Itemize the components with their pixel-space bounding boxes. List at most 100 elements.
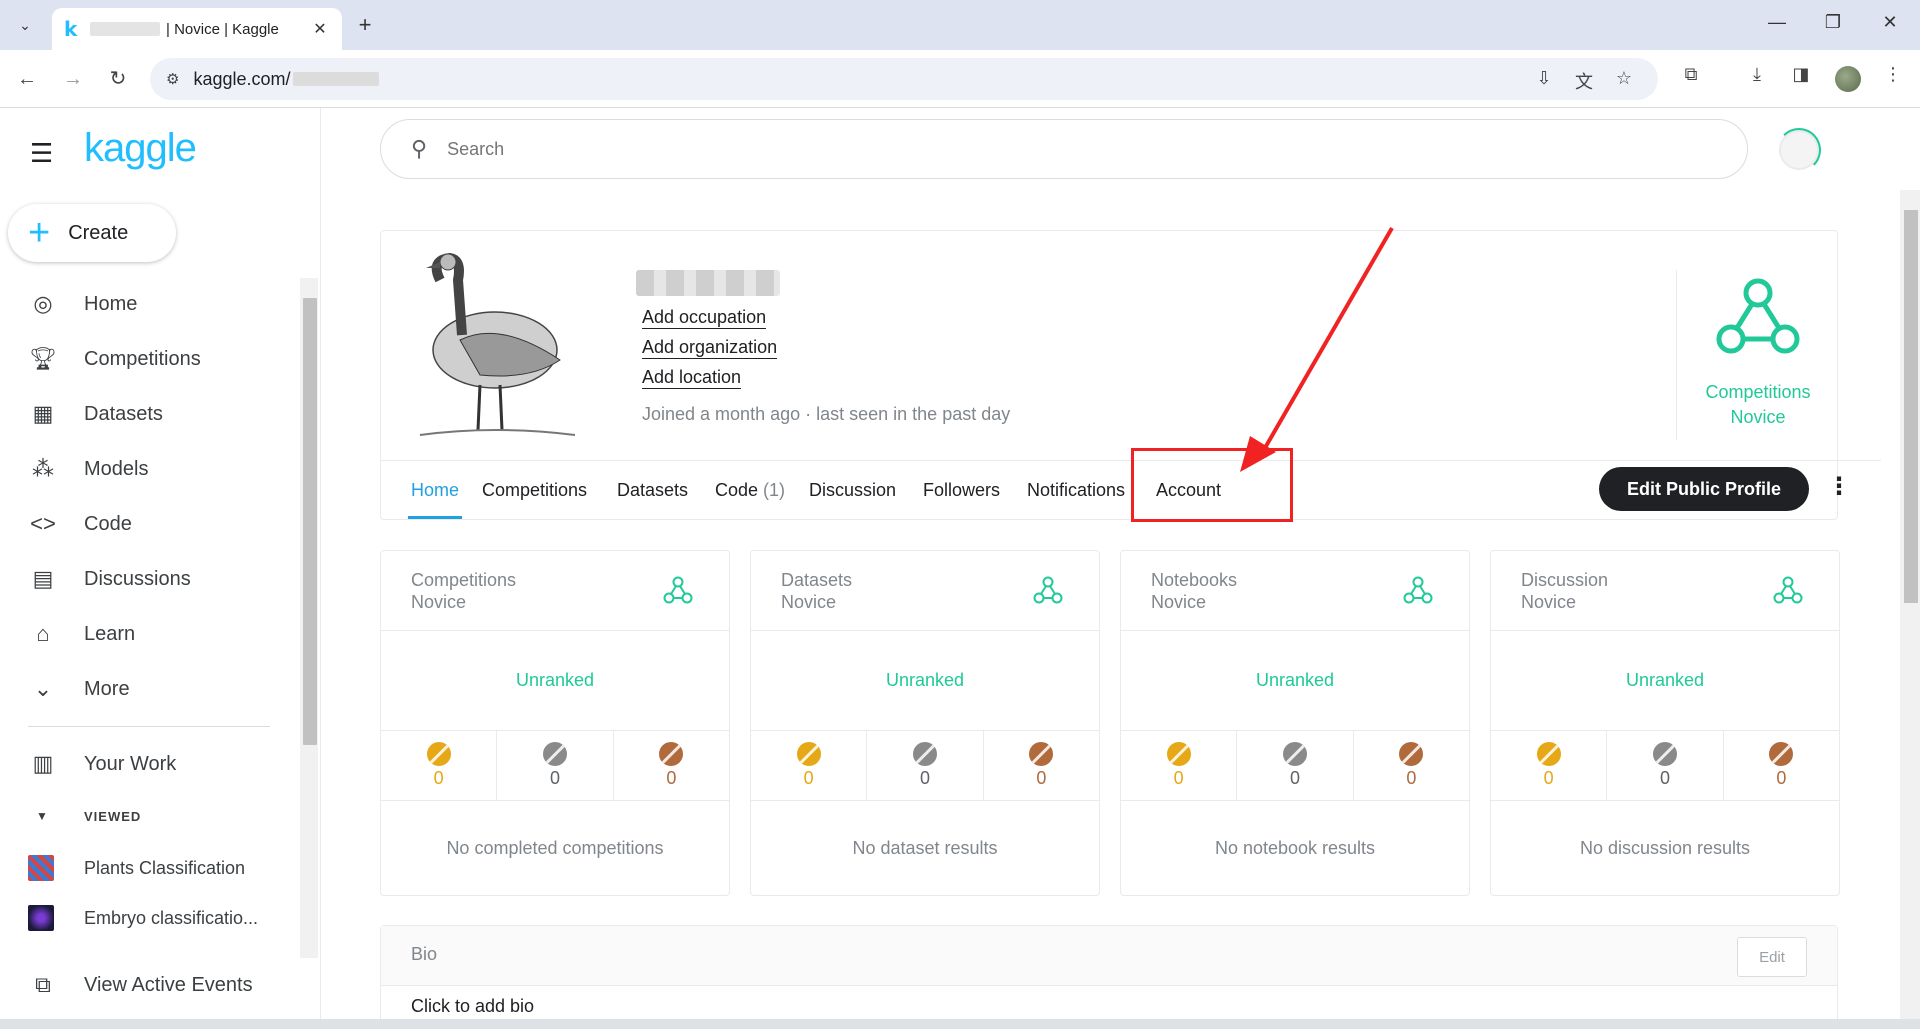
graduation-cap-icon: ⌂: [36, 621, 50, 646]
more-options-icon[interactable]: ⋮: [1827, 472, 1851, 501]
stat-category: Notebooks: [1151, 570, 1238, 590]
sidebar-item-label: More: [84, 677, 130, 700]
sidebar-item-home[interactable]: ◎ Home: [0, 280, 290, 328]
tab-search-icon[interactable]: ⌄: [8, 8, 42, 42]
bronze-count: 0: [1036, 768, 1047, 788]
sidebar-item-more[interactable]: ⌄ More: [0, 665, 290, 713]
main-scrollbar-thumb[interactable]: [1904, 210, 1918, 603]
tab-notifications[interactable]: Notifications: [1027, 461, 1125, 519]
redacted-display-name: [636, 270, 780, 296]
browser-profile-avatar[interactable]: [1835, 66, 1861, 92]
stat-card-title: Notebooks Novice: [1151, 569, 1351, 613]
recent-item-label: Embryo classificatio...: [84, 907, 259, 928]
browser-menu-icon[interactable]: ⋮: [1878, 64, 1908, 85]
add-location-link[interactable]: Add location: [642, 366, 742, 389]
tab-close-icon[interactable]: ✕: [310, 19, 330, 39]
address-bar[interactable]: ⚙ kaggle.com/ ⇩ 文 ☆: [150, 58, 1658, 100]
install-app-icon[interactable]: ⇩: [1532, 68, 1556, 89]
reload-icon[interactable]: ↻: [103, 64, 133, 94]
bronze-medal-icon: [1029, 742, 1054, 766]
download-icon[interactable]: ⤓: [1742, 64, 1772, 85]
tab-code[interactable]: Code (1): [715, 461, 785, 519]
plus-icon: +: [28, 212, 51, 254]
recent-item[interactable]: Embryo classificatio...: [28, 900, 298, 936]
gold-medal-icon: [426, 742, 451, 766]
bio-title: Bio: [411, 944, 438, 964]
stat-card-datasets: Datasets Novice Unranked 0 0 0 No datase…: [750, 550, 1100, 896]
bio-edit-button[interactable]: Edit: [1737, 937, 1807, 977]
stat-card-header: Competitions Novice: [381, 551, 729, 631]
tier-divider: [1676, 270, 1677, 440]
trophy-icon: 🏆︎: [29, 346, 57, 371]
stat-level: Novice: [1151, 592, 1207, 612]
create-button[interactable]: + Create: [8, 204, 176, 262]
sidebar-item-competitions[interactable]: 🏆︎ Competitions: [0, 335, 290, 383]
gold-medal-cell: 0: [751, 731, 868, 800]
search-input[interactable]: [447, 138, 1548, 160]
forward-icon[interactable]: →: [58, 64, 88, 94]
tab-competitions[interactable]: Competitions: [482, 461, 587, 519]
stat-card-competitions: Competitions Novice Unranked 0 0 0 No co…: [380, 550, 730, 896]
tab-datasets[interactable]: Datasets: [617, 461, 688, 519]
window-bottom-edge: [0, 1019, 1920, 1029]
empty-results-text: No completed competitions: [446, 837, 664, 858]
new-tab-button[interactable]: +: [350, 12, 380, 38]
bronze-medal-cell: 0: [984, 731, 1099, 800]
sidebar-item-label: Home: [84, 292, 138, 315]
close-window-icon[interactable]: ✕: [1870, 12, 1910, 33]
search-icon: ⚲: [411, 136, 428, 161]
edit-public-profile-button[interactable]: Edit Public Profile: [1599, 467, 1809, 511]
gold-count: 0: [1543, 768, 1554, 788]
bronze-medal-cell: 0: [1724, 731, 1839, 800]
medal-row: 0 0 0: [1491, 731, 1839, 801]
back-icon[interactable]: ←: [12, 64, 42, 94]
empty-results-text: No notebook results: [1214, 837, 1376, 858]
recent-item[interactable]: Plants Classification: [28, 850, 298, 886]
sidebar-item-view-active-events[interactable]: ⧉ View Active Events: [0, 961, 290, 1009]
bio-card: Bio Edit Click to add bio: [380, 925, 1838, 1029]
redacted-username: [90, 22, 160, 36]
stat-level: Novice: [411, 592, 467, 612]
stat-card-title: Discussion Novice: [1521, 569, 1721, 613]
sidebar-item-models[interactable]: ⁂ Models: [0, 445, 290, 493]
tab-discussion[interactable]: Discussion: [809, 461, 896, 519]
bio-placeholder[interactable]: Click to add bio: [411, 996, 534, 1017]
add-occupation-link[interactable]: Add occupation: [642, 306, 767, 329]
tab-followers[interactable]: Followers: [923, 461, 1000, 519]
tier-label: Competitions Novice: [1690, 380, 1826, 430]
kaggle-sidebar: ☰ kaggle + Create ◎ Home 🏆︎ Competitions…: [0, 108, 321, 1029]
sidebar-item-label: Discussions: [84, 567, 191, 590]
tab-title: | Novice | Kaggle: [166, 20, 279, 38]
browser-tab[interactable]: k | Novice | Kaggle ✕: [52, 8, 342, 50]
gold-medal-icon: [1536, 742, 1561, 766]
kaggle-logo[interactable]: kaggle: [84, 126, 197, 171]
sidebar-scrollbar-thumb[interactable]: [303, 298, 317, 745]
sidebar-item-discussions[interactable]: ▤ Discussions: [0, 555, 290, 603]
tab-home[interactable]: Home: [408, 461, 463, 519]
sidebar-item-code[interactable]: <> Code: [0, 500, 290, 548]
extensions-icon[interactable]: ⧉: [1676, 64, 1706, 85]
recent-item-label: Plants Classification: [84, 857, 246, 878]
hamburger-menu-icon[interactable]: ☰: [30, 138, 53, 169]
sidebar-item-datasets[interactable]: ▦ Datasets: [0, 390, 290, 438]
novice-tier-icon: [1716, 278, 1800, 354]
sidebar-item-label: View Active Events: [84, 973, 253, 996]
side-panel-icon[interactable]: ◨: [1786, 64, 1816, 85]
sidebar-item-learn[interactable]: ⌂ Learn: [0, 610, 290, 658]
redacted-url-path: [292, 72, 379, 86]
translate-icon[interactable]: 文: [1572, 68, 1596, 94]
empty-results-text: No discussion results: [1579, 837, 1751, 858]
minimize-icon[interactable]: —: [1757, 12, 1797, 33]
silver-medal-icon: [1282, 742, 1307, 766]
restore-icon[interactable]: ❐: [1813, 12, 1853, 33]
site-info-icon[interactable]: ⚙: [166, 70, 179, 88]
bronze-count: 0: [666, 768, 677, 788]
gold-medal-icon: [796, 742, 821, 766]
caret-down-icon[interactable]: ▼: [36, 809, 48, 823]
add-organization-link[interactable]: Add organization: [642, 336, 778, 359]
bookmark-star-icon[interactable]: ☆: [1612, 68, 1636, 89]
viewed-section-label: VIEWED: [84, 809, 142, 824]
search-bar[interactable]: ⚲: [380, 119, 1748, 179]
rank-status: Unranked: [1121, 631, 1469, 731]
sidebar-item-your-work[interactable]: ▥ Your Work: [0, 740, 290, 788]
